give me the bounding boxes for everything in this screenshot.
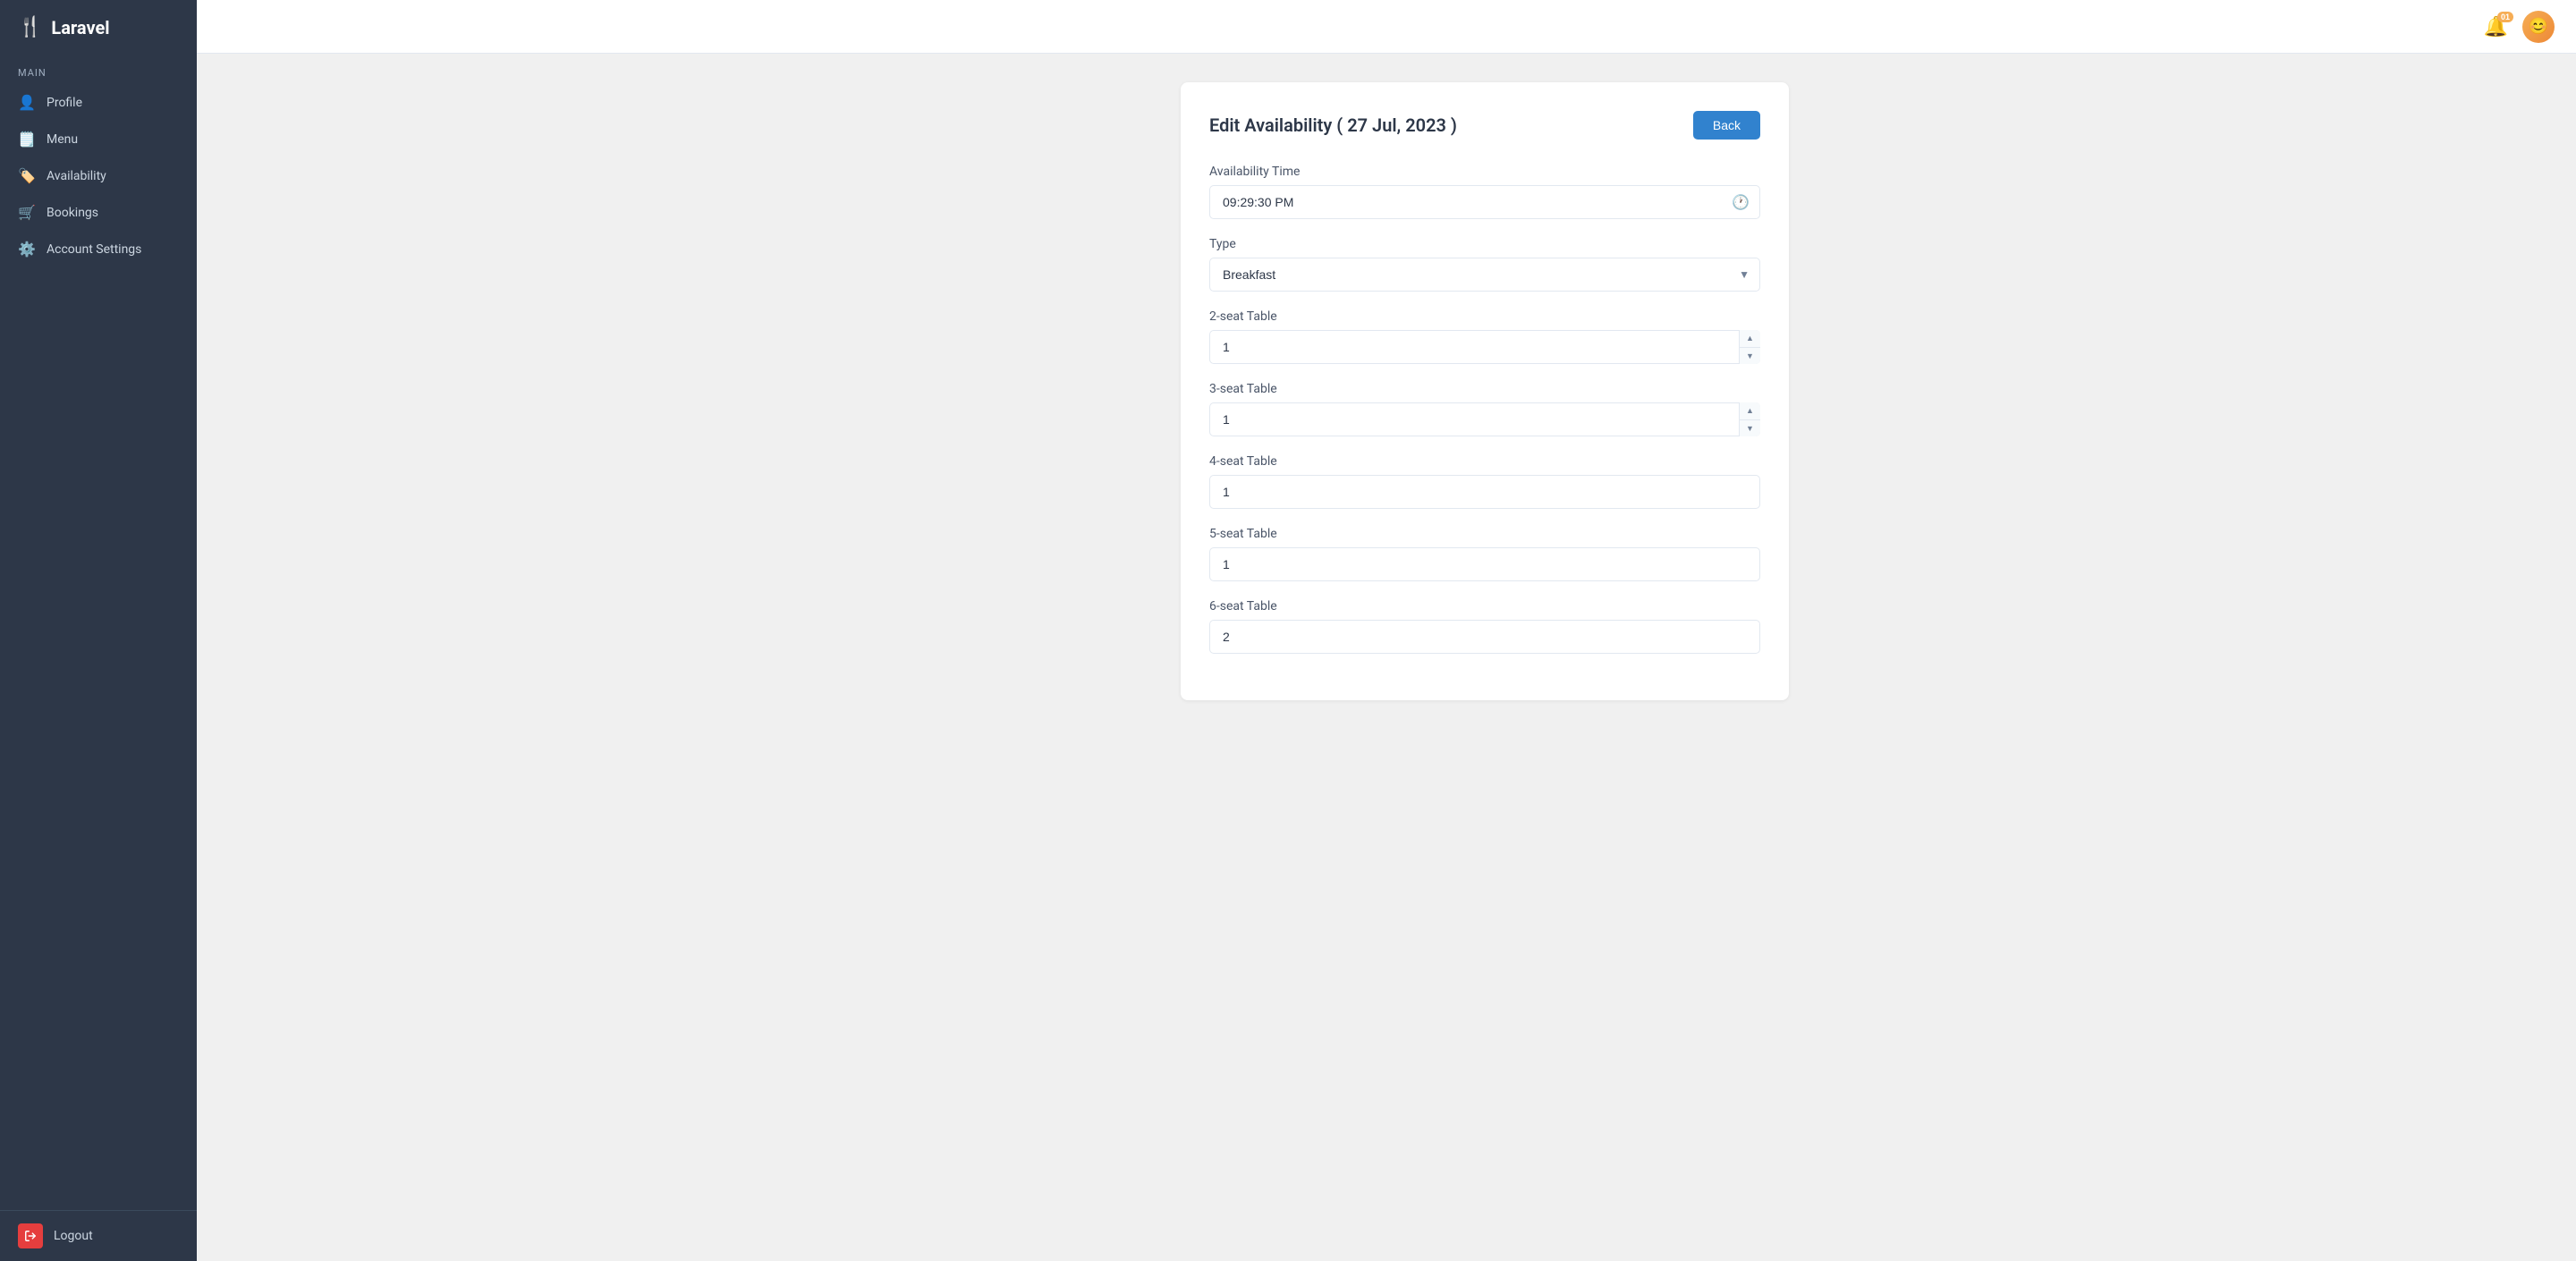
time-input-wrapper: 🕐	[1209, 185, 1760, 219]
four-seat-label: 4-seat Table	[1209, 454, 1760, 469]
type-select[interactable]: Breakfast Lunch Dinner	[1209, 258, 1760, 292]
logo-icon: 🍴	[18, 16, 42, 38]
six-seat-group: 6-seat Table	[1209, 599, 1760, 654]
edit-availability-card: Edit Availability ( 27 Jul, 2023 ) Back …	[1181, 82, 1789, 700]
app-title: Laravel	[51, 17, 109, 38]
two-seat-increment[interactable]: ▲	[1740, 330, 1760, 348]
sidebar-section-main: Main	[0, 55, 197, 84]
type-label: Type	[1209, 237, 1760, 251]
availability-time-input[interactable]	[1209, 185, 1760, 219]
three-seat-label: 3-seat Table	[1209, 382, 1760, 396]
three-seat-increment[interactable]: ▲	[1740, 402, 1760, 420]
menu-icon: 🗒️	[18, 131, 36, 148]
two-seat-input[interactable]	[1209, 330, 1760, 364]
sidebar-label-profile: Profile	[47, 96, 82, 110]
form-title: Edit Availability ( 27 Jul, 2023 )	[1209, 114, 1457, 136]
four-seat-input[interactable]	[1209, 475, 1760, 509]
four-seat-group: 4-seat Table	[1209, 454, 1760, 509]
two-seat-spinners: ▲ ▼	[1739, 330, 1760, 364]
sidebar-item-menu[interactable]: 🗒️ Menu	[0, 121, 197, 157]
two-seat-group: 2-seat Table ▲ ▼	[1209, 309, 1760, 364]
topbar: 🔔 01 😊	[197, 0, 2576, 54]
sidebar-item-account-settings[interactable]: ⚙️ Account Settings	[0, 231, 197, 267]
three-seat-input[interactable]	[1209, 402, 1760, 436]
profile-icon: 👤	[18, 94, 36, 111]
app-logo[interactable]: 🍴 Laravel	[0, 0, 197, 55]
logout-label: Logout	[54, 1229, 93, 1243]
six-seat-label: 6-seat Table	[1209, 599, 1760, 614]
availability-time-group: Availability Time 🕐	[1209, 165, 1760, 219]
three-seat-spinners: ▲ ▼	[1739, 402, 1760, 436]
bookings-icon: 🛒	[18, 204, 36, 221]
two-seat-wrapper: ▲ ▼	[1209, 330, 1760, 364]
sidebar-item-bookings[interactable]: 🛒 Bookings	[0, 194, 197, 231]
sidebar-label-menu: Menu	[47, 132, 78, 147]
three-seat-group: 3-seat Table ▲ ▼	[1209, 382, 1760, 436]
six-seat-input[interactable]	[1209, 620, 1760, 654]
sidebar-item-availability[interactable]: 🏷️ Availability	[0, 157, 197, 194]
notification-badge: 01	[2497, 12, 2513, 22]
three-seat-wrapper: ▲ ▼	[1209, 402, 1760, 436]
settings-icon: ⚙️	[18, 241, 36, 258]
sidebar-label-account-settings: Account Settings	[47, 242, 141, 257]
type-select-wrapper: Breakfast Lunch Dinner ▼	[1209, 258, 1760, 292]
three-seat-decrement[interactable]: ▼	[1740, 420, 1760, 437]
sidebar-label-bookings: Bookings	[47, 206, 98, 220]
five-seat-group: 5-seat Table	[1209, 527, 1760, 581]
two-seat-label: 2-seat Table	[1209, 309, 1760, 324]
sidebar: 🍴 Laravel Main 👤 Profile 🗒️ Menu 🏷️ Avai…	[0, 0, 197, 1261]
notification-button[interactable]: 🔔 01	[2484, 15, 2508, 38]
main-content: Edit Availability ( 27 Jul, 2023 ) Back …	[394, 54, 2576, 1261]
five-seat-label: 5-seat Table	[1209, 527, 1760, 541]
logout-item[interactable]: Logout	[0, 1210, 197, 1261]
avatar[interactable]: 😊	[2522, 11, 2555, 43]
availability-icon: 🏷️	[18, 167, 36, 184]
sidebar-label-availability: Availability	[47, 169, 106, 183]
avatar-icon: 😊	[2529, 17, 2548, 36]
sidebar-item-profile[interactable]: 👤 Profile	[0, 84, 197, 121]
logout-icon	[18, 1223, 43, 1248]
availability-time-label: Availability Time	[1209, 165, 1760, 179]
type-group: Type Breakfast Lunch Dinner ▼	[1209, 237, 1760, 292]
five-seat-input[interactable]	[1209, 547, 1760, 581]
two-seat-decrement[interactable]: ▼	[1740, 348, 1760, 365]
back-button[interactable]: Back	[1693, 111, 1760, 140]
form-header: Edit Availability ( 27 Jul, 2023 ) Back	[1209, 111, 1760, 140]
